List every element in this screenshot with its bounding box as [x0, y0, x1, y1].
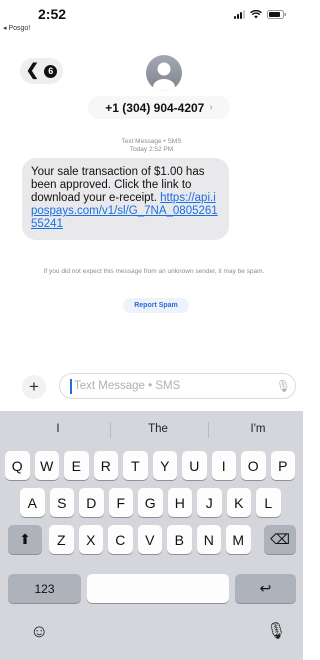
key-f[interactable]: F [108, 488, 133, 517]
keyboard: I The I'm QWERTYUIOP ASDFGHJKL ZXCVBNM ⬆… [0, 411, 303, 660]
key-k[interactable]: K [226, 488, 251, 517]
back-button[interactable]: ❮ 6 [20, 58, 63, 84]
key-u[interactable]: U [182, 451, 207, 480]
service-label: Text Message • SMS [121, 138, 182, 145]
status-time: 2:52 [38, 6, 67, 22]
key-x[interactable]: X [78, 525, 103, 554]
cellular-signal-icon [234, 10, 245, 19]
key-q[interactable]: Q [5, 451, 30, 480]
key-m[interactable]: M [226, 525, 251, 554]
person-icon [153, 62, 175, 91]
key-o[interactable]: O [241, 451, 266, 480]
key-t[interactable]: T [123, 451, 148, 480]
key-l[interactable]: L [256, 488, 281, 517]
key-p[interactable]: P [270, 451, 295, 480]
key-s[interactable]: S [49, 488, 74, 517]
status-icons [234, 10, 287, 19]
key-y[interactable]: Y [152, 451, 177, 480]
key-g[interactable]: G [138, 488, 163, 517]
chevron-right-icon: › [209, 102, 213, 113]
shift-icon: ⬆ [19, 531, 31, 547]
delete-icon: ⌫ [270, 531, 290, 547]
suggestion-1[interactable]: I [8, 423, 108, 435]
message-timestamp: Today 2:52 PM [129, 146, 174, 153]
battery-icon [267, 10, 287, 19]
dictation-icon[interactable]: 🎙 [266, 621, 286, 641]
back-to-app-link[interactable]: ◂ Posgo! [3, 24, 30, 32]
contact-avatar[interactable] [146, 55, 182, 91]
contact-header[interactable]: +1 (304) 904-4207 › [88, 96, 230, 119]
message-input[interactable]: Text Message • SMS [59, 373, 296, 399]
key-e[interactable]: E [64, 451, 89, 480]
message-input-placeholder: Text Message • SMS [74, 380, 181, 392]
wifi-icon [250, 10, 262, 19]
add-attachment-button[interactable]: + [22, 375, 46, 399]
key-z[interactable]: Z [49, 525, 74, 554]
shift-key[interactable]: ⬆ [8, 525, 42, 554]
key-c[interactable]: C [108, 525, 133, 554]
numbers-key[interactable]: 123 [8, 574, 81, 603]
suggestion-2[interactable]: The [108, 423, 208, 435]
key-n[interactable]: N [196, 525, 221, 554]
key-b[interactable]: B [167, 525, 192, 554]
unread-count-badge: 6 [44, 64, 58, 78]
return-key[interactable]: ↩ [235, 574, 296, 603]
return-icon: ↩ [259, 580, 272, 596]
key-r[interactable]: R [93, 451, 118, 480]
key-d[interactable]: D [79, 488, 104, 517]
report-spam-button[interactable]: Report Spam [123, 298, 189, 313]
key-i[interactable]: I [211, 451, 236, 480]
microphone-icon[interactable]: 🎙 [276, 379, 291, 393]
message-bubble: Your sale transaction of $1.00 has been … [22, 158, 229, 240]
space-key[interactable] [87, 574, 229, 603]
contact-name: +1 (304) 904-4207 [105, 100, 205, 115]
chevron-left-icon: ❮ [25, 62, 40, 79]
key-v[interactable]: V [137, 525, 162, 554]
key-a[interactable]: A [20, 488, 45, 517]
emoji-icon[interactable]: ☺ [30, 621, 48, 642]
suggestion-3[interactable]: I'm [208, 423, 308, 435]
plus-icon: + [29, 377, 39, 396]
delete-key[interactable]: ⌫ [264, 525, 296, 554]
key-w[interactable]: W [34, 451, 59, 480]
spam-warning: If you did not expect this message from … [43, 268, 265, 275]
text-caret [70, 378, 72, 394]
key-j[interactable]: J [197, 488, 222, 517]
key-h[interactable]: H [167, 488, 192, 517]
